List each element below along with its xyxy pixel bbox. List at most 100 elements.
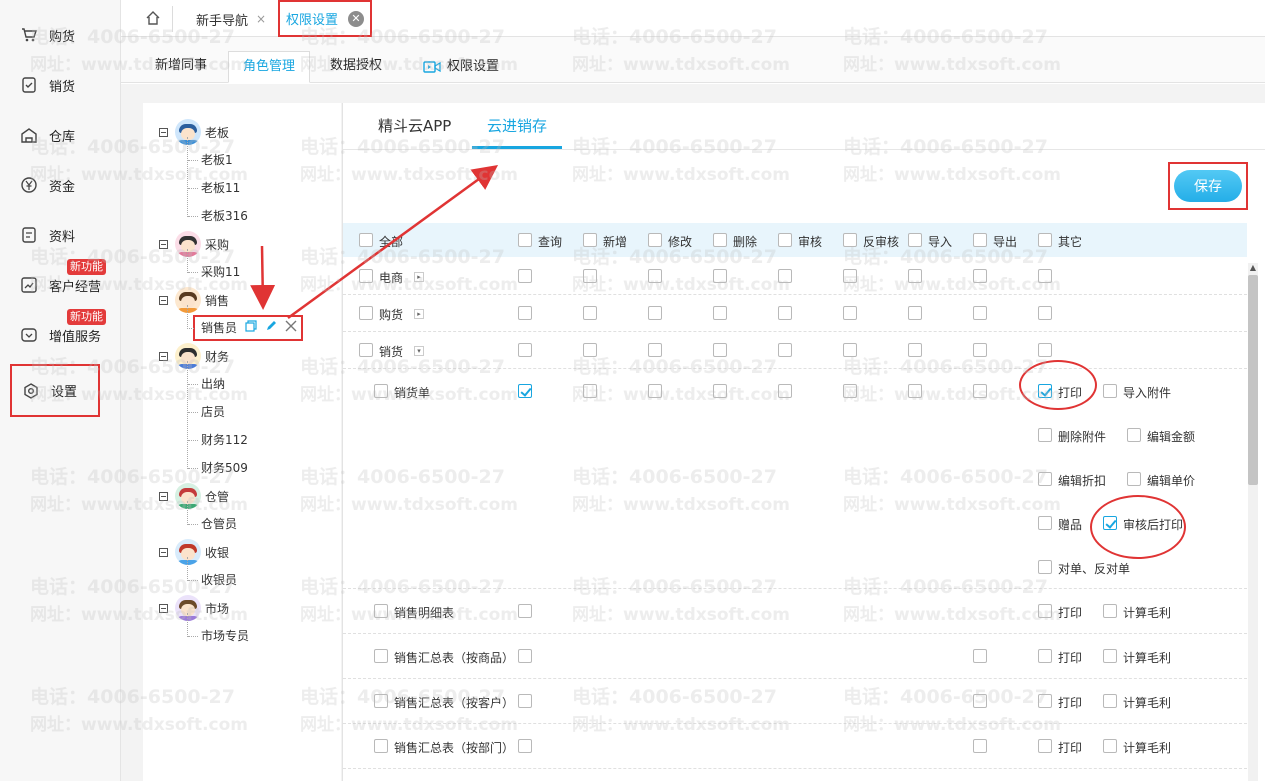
perm-checkbox[interactable] <box>1038 306 1052 320</box>
other-checkbox[interactable] <box>1038 739 1052 753</box>
tree-item[interactable]: 仓管员 <box>187 514 237 534</box>
collapse-icon[interactable] <box>159 547 168 557</box>
sidebar-item-data[interactable]: 资料 <box>10 220 120 250</box>
collapse-icon[interactable] <box>159 491 168 501</box>
perm-checkbox[interactable] <box>1038 269 1052 283</box>
tree-group-market[interactable]: 市场 <box>159 595 229 621</box>
collapse-icon[interactable] <box>159 295 168 305</box>
perm-checkbox[interactable] <box>648 306 662 320</box>
tree-group-boss[interactable]: 老板 <box>159 119 229 145</box>
tree-item[interactable]: 老板11 <box>187 178 240 198</box>
perm-checkbox[interactable] <box>583 384 597 398</box>
copy-icon[interactable] <box>245 317 257 339</box>
row-checkbox[interactable] <box>374 739 388 753</box>
row-checkbox[interactable] <box>359 306 373 320</box>
header-checkbox-audit[interactable] <box>778 233 792 247</box>
sidebar-item-sales[interactable]: 销货 <box>10 70 120 100</box>
sidebar-item-purchase[interactable]: 购货 <box>10 20 120 50</box>
header-checkbox-import[interactable] <box>908 233 922 247</box>
perm-checkbox[interactable] <box>843 269 857 283</box>
perm-checkbox[interactable] <box>583 343 597 357</box>
perm-checkbox[interactable] <box>973 384 987 398</box>
perm-checkbox[interactable] <box>713 269 727 283</box>
perm-checkbox[interactable] <box>843 343 857 357</box>
perm-checkbox[interactable] <box>583 306 597 320</box>
other-checkbox[interactable] <box>1038 560 1052 574</box>
collapse-icon[interactable] <box>159 603 168 613</box>
perm-checkbox[interactable] <box>843 306 857 320</box>
tree-group-finance[interactable]: 财务 <box>159 343 229 369</box>
perm-checkbox[interactable] <box>713 384 727 398</box>
tree-item[interactable]: 老板1 <box>188 150 233 170</box>
perm-checkbox[interactable] <box>908 269 922 283</box>
perm-checkbox[interactable] <box>518 649 532 663</box>
header-checkbox-edit[interactable] <box>648 233 662 247</box>
header-checkbox-delete[interactable] <box>713 233 727 247</box>
perm-checkbox[interactable] <box>648 343 662 357</box>
other-checkbox[interactable] <box>1038 649 1052 663</box>
tree-group-sales[interactable]: 销售 <box>159 287 229 313</box>
other-checkbox[interactable] <box>1038 472 1052 486</box>
tree-item[interactable]: 采购11 <box>187 262 240 282</box>
row-checkbox[interactable] <box>374 384 388 398</box>
perm-checkbox[interactable] <box>778 343 792 357</box>
other-checkbox[interactable] <box>1038 604 1052 618</box>
perm-checkbox[interactable] <box>778 306 792 320</box>
expand-icon[interactable]: ▸ <box>414 272 424 282</box>
perm-checkbox[interactable] <box>908 306 922 320</box>
other-checkbox[interactable] <box>1103 649 1117 663</box>
tree-group-cashier[interactable]: 收银 <box>159 539 229 565</box>
sidebar-item-customer[interactable]: 客户经营 <box>10 270 120 300</box>
sidebar-item-funds[interactable]: 资金 <box>10 170 120 200</box>
perm-checkbox[interactable] <box>518 269 532 283</box>
other-checkbox[interactable] <box>1103 384 1117 398</box>
header-checkbox-unaudit[interactable] <box>843 233 857 247</box>
perm-checkbox-query-checked[interactable] <box>518 384 532 398</box>
subtab-data-authorization[interactable]: 数据授权 <box>316 51 396 83</box>
perm-checkbox[interactable] <box>778 384 792 398</box>
tree-item[interactable]: 财务509 <box>188 458 248 478</box>
other-checkbox[interactable] <box>1038 428 1052 442</box>
header-checkbox-export[interactable] <box>973 233 987 247</box>
perm-checkbox-export[interactable] <box>973 739 987 753</box>
tree-item[interactable]: 店员 <box>187 402 225 422</box>
sidebar-item-warehouse[interactable]: 仓库 <box>10 120 120 150</box>
tree-group-purchase[interactable]: 采购 <box>159 231 229 257</box>
subtab-add-colleague[interactable]: 新增同事 <box>141 51 221 83</box>
other-checkbox[interactable] <box>1127 472 1141 486</box>
perm-checkbox[interactable] <box>518 604 532 618</box>
tree-item[interactable]: 老板316 <box>188 206 248 226</box>
tree-item-selected[interactable]: 销售员 <box>188 315 304 341</box>
header-checkbox-other[interactable] <box>1038 233 1052 247</box>
scrollbar-thumb[interactable] <box>1248 275 1258 485</box>
perm-checkbox[interactable] <box>778 269 792 283</box>
perm-checkbox-export[interactable] <box>973 694 987 708</box>
other-checkbox[interactable] <box>1127 428 1141 442</box>
perm-checkbox[interactable] <box>518 694 532 708</box>
subtab-role-management[interactable]: 角色管理 <box>228 51 311 83</box>
collapse-icon[interactable] <box>159 127 168 137</box>
close-icon[interactable]: × <box>256 12 266 26</box>
perm-checkbox[interactable] <box>518 343 532 357</box>
close-icon[interactable]: ✕ <box>348 10 365 27</box>
row-checkbox[interactable] <box>374 649 388 663</box>
perm-checkbox[interactable] <box>648 269 662 283</box>
row-checkbox[interactable] <box>359 343 373 357</box>
perm-checkbox[interactable] <box>648 384 662 398</box>
perm-checkbox[interactable] <box>713 343 727 357</box>
edit-icon[interactable] <box>265 317 277 339</box>
other-checkbox[interactable] <box>1038 694 1052 708</box>
sidebar-item-settings[interactable]: 设置 <box>10 364 100 417</box>
perm-checkbox[interactable] <box>583 269 597 283</box>
perm-checkbox[interactable] <box>973 306 987 320</box>
delete-icon[interactable] <box>285 317 297 339</box>
perm-checkbox[interactable] <box>973 343 987 357</box>
subtab-permission-video[interactable]: 权限设置 <box>409 51 513 83</box>
tree-item[interactable]: 收银员 <box>187 570 237 590</box>
other-checkbox[interactable] <box>1103 739 1117 753</box>
other-checkbox[interactable] <box>1103 604 1117 618</box>
home-tab[interactable] <box>133 6 173 32</box>
tab-guide[interactable]: 新手导航 × <box>196 5 266 33</box>
perm-checkbox[interactable] <box>908 384 922 398</box>
perm-checkbox[interactable] <box>973 269 987 283</box>
